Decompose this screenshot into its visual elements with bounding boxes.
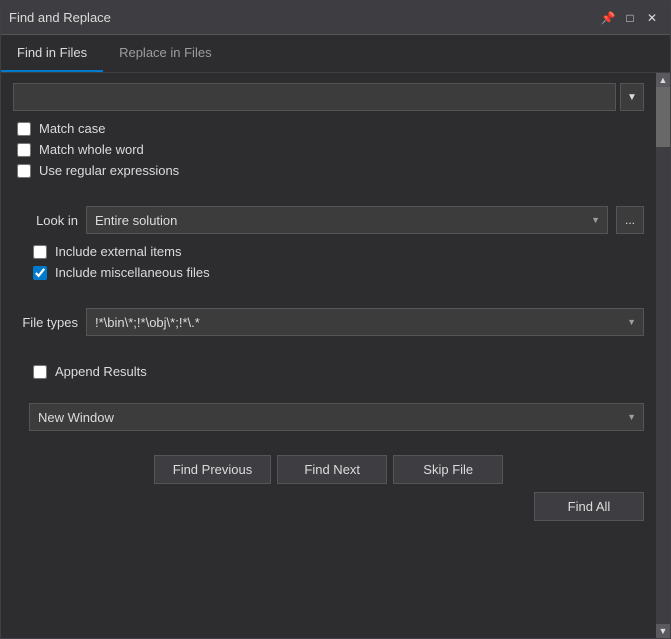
match-whole-word-checkbox[interactable] — [17, 143, 31, 157]
includes-section: Include external items Include miscellan… — [13, 244, 644, 280]
tab-find-in-files[interactable]: Find in Files — [1, 35, 103, 72]
file-types-select[interactable]: !*\bin\*;!*\obj\*;!*\.* — [86, 308, 644, 336]
output-select[interactable]: New Window Current Window — [29, 403, 644, 431]
append-results-checkbox[interactable] — [33, 365, 47, 379]
include-external-label[interactable]: Include external items — [55, 244, 181, 259]
file-types-label: File types — [13, 315, 78, 330]
append-results-section: Append Results — [13, 364, 644, 379]
file-types-wrapper: !*\bin\*;!*\obj\*;!*\.* — [86, 308, 644, 336]
include-misc-checkbox[interactable] — [33, 266, 47, 280]
use-regex-label[interactable]: Use regular expressions — [39, 163, 179, 178]
match-case-checkbox[interactable] — [17, 122, 31, 136]
maximize-button[interactable]: □ — [620, 8, 640, 28]
main-panel: ▼ Match case Match whole word Use regula… — [1, 73, 656, 638]
search-dropdown-button[interactable]: ▼ — [620, 83, 644, 111]
append-results-label[interactable]: Append Results — [55, 364, 147, 379]
match-whole-word-row: Match whole word — [13, 142, 644, 157]
content-area: ▼ Match case Match whole word Use regula… — [1, 73, 670, 638]
scroll-up-button[interactable]: ▲ — [656, 73, 670, 87]
pin-button[interactable]: 📌 — [598, 8, 618, 28]
output-section: New Window Current Window — [13, 403, 644, 431]
find-all-button[interactable]: Find All — [534, 492, 644, 521]
output-wrapper: New Window Current Window — [29, 403, 644, 431]
window-title: Find and Replace — [9, 10, 111, 25]
look-in-select[interactable]: Entire solution Current Project Current … — [86, 206, 608, 234]
look-in-label: Look in — [13, 213, 78, 228]
append-results-row: Append Results — [29, 364, 644, 379]
search-input[interactable] — [13, 83, 616, 111]
include-external-checkbox[interactable] — [33, 245, 47, 259]
find-replace-window: Find and Replace 📌 □ ✕ Find in Files Rep… — [0, 0, 671, 639]
close-button[interactable]: ✕ — [642, 8, 662, 28]
include-external-row: Include external items — [29, 244, 644, 259]
look-in-wrapper: Entire solution Current Project Current … — [86, 206, 608, 234]
include-misc-row: Include miscellaneous files — [29, 265, 644, 280]
match-case-row: Match case — [13, 121, 644, 136]
secondary-buttons-row: Find All — [13, 492, 644, 521]
tab-replace-in-files[interactable]: Replace in Files — [103, 35, 228, 72]
scroll-down-button[interactable]: ▼ — [656, 624, 670, 638]
include-misc-label[interactable]: Include miscellaneous files — [55, 265, 210, 280]
scroll-thumb[interactable] — [656, 87, 670, 147]
use-regex-checkbox[interactable] — [17, 164, 31, 178]
search-row: ▼ — [13, 83, 644, 111]
look-in-row: Look in Entire solution Current Project … — [13, 206, 644, 234]
primary-buttons-row: Find Previous Find Next Skip File — [13, 455, 644, 484]
file-types-row: File types !*\bin\*;!*\obj\*;!*\.* — [13, 308, 644, 336]
tabs-bar: Find in Files Replace in Files — [1, 35, 670, 73]
find-previous-button[interactable]: Find Previous — [154, 455, 271, 484]
match-whole-word-label[interactable]: Match whole word — [39, 142, 144, 157]
find-next-button[interactable]: Find Next — [277, 455, 387, 484]
scrollbar[interactable]: ▲ ▼ — [656, 73, 670, 638]
match-case-label[interactable]: Match case — [39, 121, 105, 136]
skip-file-button[interactable]: Skip File — [393, 455, 503, 484]
browse-button[interactable]: ... — [616, 206, 644, 234]
use-regex-row: Use regular expressions — [13, 163, 644, 178]
title-controls: 📌 □ ✕ — [598, 8, 662, 28]
title-bar: Find and Replace 📌 □ ✕ — [1, 1, 670, 35]
scroll-track[interactable] — [656, 87, 670, 624]
